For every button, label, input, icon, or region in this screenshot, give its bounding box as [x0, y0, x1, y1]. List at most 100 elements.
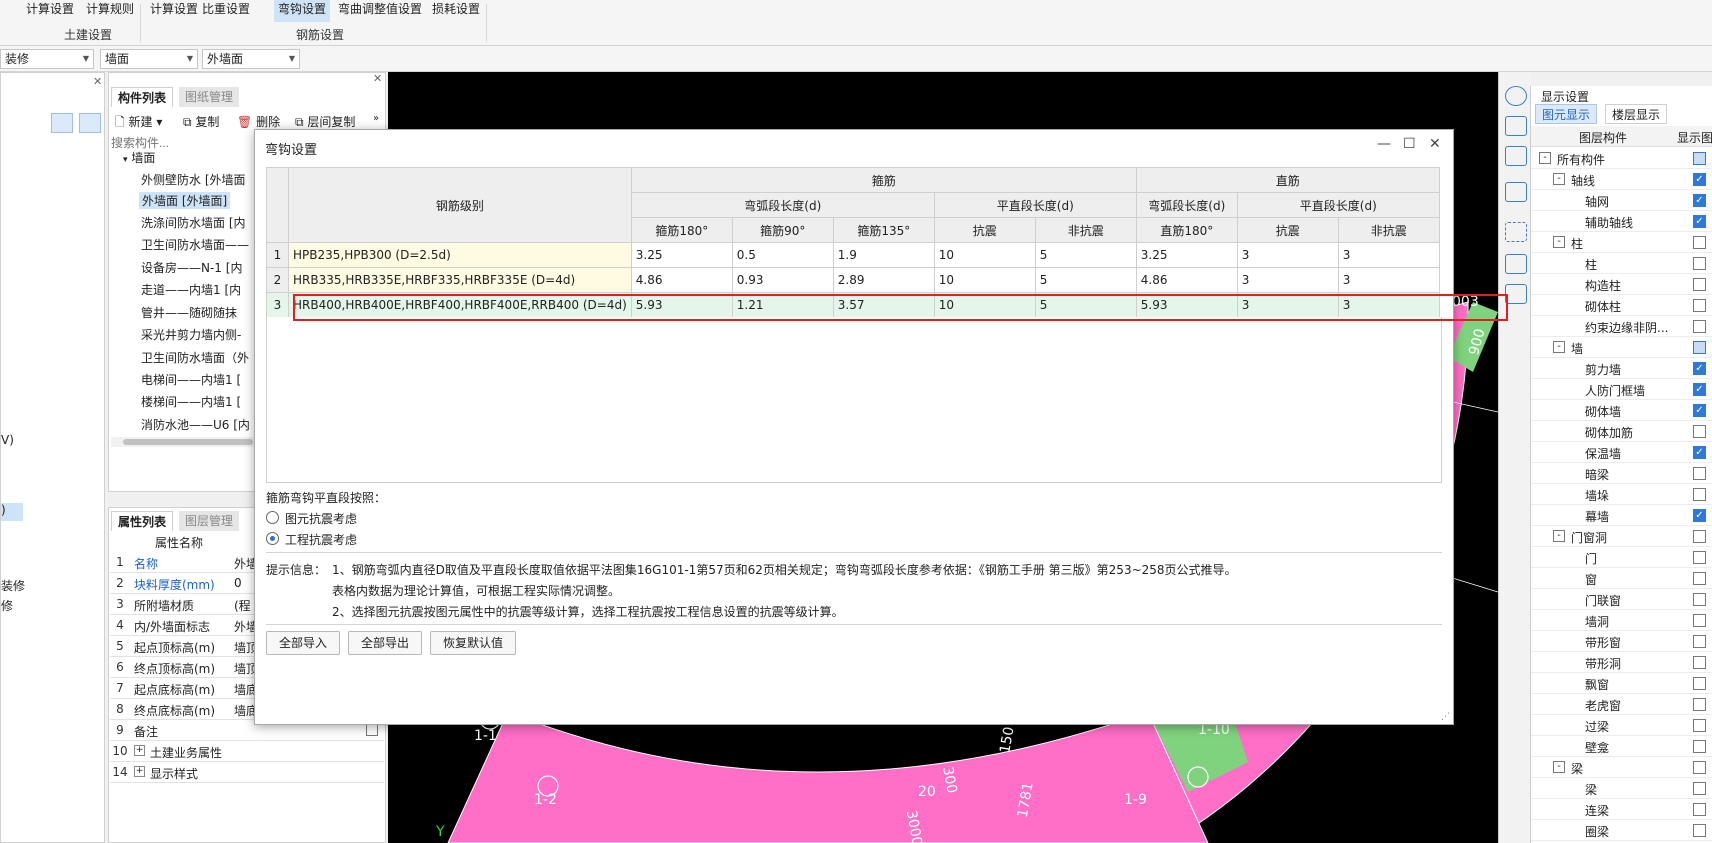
value-cell[interactable]: 5 [1034, 242, 1137, 268]
visibility-checkbox[interactable]: ✓ [1693, 509, 1706, 522]
visibility-checkbox[interactable] [1693, 824, 1706, 837]
layer-row[interactable]: 过梁 [1531, 715, 1712, 736]
display-settings-icon[interactable] [1505, 284, 1527, 304]
tab-drawing-management[interactable]: 图纸管理 [179, 87, 240, 107]
layer-row[interactable]: 飘窗 [1531, 673, 1712, 694]
layer-row[interactable]: 人防门框墙 ✓ [1531, 379, 1712, 400]
layer-row[interactable]: 柱 [1531, 253, 1712, 274]
tab-property-list[interactable]: 属性列表 [111, 511, 174, 531]
new-button[interactable]: 🗋 新建 ▾ [115, 113, 162, 134]
layer-row[interactable]: 保温墙 ✓ [1531, 442, 1712, 463]
visibility-checkbox[interactable] [1693, 782, 1706, 795]
visibility-checkbox[interactable] [1693, 152, 1706, 165]
type-select[interactable]: 墙面 ▼ [100, 49, 198, 69]
ribbon-hook-settings[interactable]: 弯钩设置 [274, 0, 331, 22]
ribbon-weight-settings[interactable]: 比重设置 [198, 0, 254, 22]
value-cell[interactable]: 3 [1337, 267, 1440, 293]
resize-grip-icon[interactable]: ⋰ [1441, 712, 1450, 722]
checkbox[interactable] [366, 724, 378, 736]
expand-icon[interactable]: + [134, 745, 145, 756]
layer-row[interactable]: 轴网 ✓ [1531, 190, 1712, 211]
left-nav-selected[interactable]: ) [1, 503, 23, 521]
ribbon-calc-settings-civil[interactable]: 计算设置 [22, 0, 78, 22]
tab-layer-management[interactable]: 图层管理 [179, 511, 240, 531]
layer-row[interactable]: - 所有构件 [1531, 148, 1712, 169]
cube-icon[interactable] [1505, 146, 1527, 166]
tree-item[interactable]: 卫生间防水墙面—— [141, 236, 249, 253]
more-icon[interactable]: » [373, 113, 379, 124]
layer-row[interactable]: 构造柱 [1531, 274, 1712, 295]
radio-project-seismic[interactable] [266, 532, 279, 545]
tree-item[interactable]: 电梯间——内墙1 [ [141, 371, 241, 388]
visibility-checkbox[interactable] [1693, 572, 1706, 585]
visibility-checkbox[interactable] [1693, 635, 1706, 648]
close-icon[interactable]: ✕ [373, 72, 382, 85]
table-row[interactable]: 2 HRB335,HRB335E,HRBF335,HRBF335E (D=4d) 4… [266, 267, 1440, 293]
visibility-checkbox[interactable]: ✓ [1693, 383, 1706, 396]
visibility-checkbox[interactable] [1693, 698, 1706, 711]
visibility-checkbox[interactable] [1693, 320, 1706, 333]
floor-copy-button[interactable]: ⧉ 层间复制 [295, 113, 355, 130]
visibility-checkbox[interactable]: ✓ [1693, 215, 1706, 228]
tab-element-display[interactable]: 图元显示 [1535, 104, 1598, 124]
visibility-checkbox[interactable] [1693, 488, 1706, 501]
layer-row[interactable]: 辅助轴线 ✓ [1531, 211, 1712, 232]
visibility-checkbox[interactable] [1693, 425, 1706, 438]
visibility-checkbox[interactable] [1693, 740, 1706, 753]
tab-component-list[interactable]: 构件列表 [111, 87, 174, 107]
view-3d-icon[interactable] [1505, 116, 1527, 136]
visibility-checkbox[interactable] [1693, 677, 1706, 690]
copy-button[interactable]: ⧉ 复制 [183, 113, 219, 130]
value-cell[interactable]: 3.25 [1135, 242, 1238, 268]
layer-row[interactable]: - 轴线 ✓ [1531, 169, 1712, 190]
collapse-icon[interactable]: - [1553, 236, 1565, 248]
tree-item[interactable]: 设备房——N-1 [内 [141, 259, 242, 276]
value-cell[interactable]: 0.93 [731, 267, 834, 293]
visibility-checkbox[interactable] [1693, 278, 1706, 291]
layer-row[interactable]: 窗 [1531, 568, 1712, 589]
layer-row[interactable]: 幕墙 ✓ [1531, 505, 1712, 526]
cube-solid-icon[interactable] [1505, 182, 1527, 202]
value-cell[interactable]: 3 [1236, 242, 1339, 268]
scrollbar-thumb[interactable] [123, 439, 253, 445]
visibility-checkbox[interactable]: ✓ [1693, 446, 1706, 459]
ribbon-calc-rules[interactable]: 计算规则 [82, 0, 138, 22]
value-cell[interactable]: 2.89 [832, 267, 935, 293]
maximize-icon[interactable]: ☐ [1403, 136, 1416, 152]
collapse-icon[interactable]: - [1553, 341, 1565, 353]
layer-row[interactable]: 连梁 [1531, 799, 1712, 820]
expand-icon[interactable]: + [134, 766, 145, 777]
radio-element-seismic-label[interactable]: 图元抗震考虑 [285, 510, 357, 527]
layer-row[interactable]: 砌体墙 ✓ [1531, 400, 1712, 421]
tree-item-selected[interactable]: 外墙面 [外墙面] [139, 192, 231, 209]
value-cell[interactable]: 3 [1337, 242, 1440, 268]
category-select[interactable]: 装修 ▼ [0, 49, 94, 69]
tree-item[interactable]: 洗涤间防水墙面 [内 [141, 214, 246, 231]
restore-defaults-button[interactable]: 恢复默认值 [430, 631, 517, 655]
radio-element-seismic[interactable] [266, 511, 279, 524]
tree-item[interactable]: 管井——随砌随抹 [141, 304, 237, 321]
layer-row[interactable]: 约束边缘非阴... [1531, 316, 1712, 337]
ribbon-calc-settings-rebar[interactable]: 计算设置 [146, 0, 202, 22]
layer-row[interactable]: 门联窗 [1531, 589, 1712, 610]
property-row[interactable]: 10 土建业务属性 + [110, 741, 384, 762]
layer-row[interactable]: 壁龛 [1531, 736, 1712, 757]
layer-row[interactable]: 圈梁 [1531, 820, 1712, 841]
value-cell[interactable]: 0.5 [731, 242, 834, 268]
visibility-checkbox[interactable] [1693, 257, 1706, 270]
layer-row[interactable]: 砌体加筋 [1531, 421, 1712, 442]
visibility-checkbox[interactable] [1693, 236, 1706, 249]
value-cell[interactable]: 1.9 [832, 242, 935, 268]
visibility-checkbox[interactable] [1693, 530, 1706, 543]
tree-root[interactable]: ▾ 墙面 [123, 149, 155, 166]
visibility-checkbox[interactable] [1693, 803, 1706, 816]
list-view-icon[interactable] [51, 113, 73, 133]
tree-item[interactable]: 楼梯间——内墙1 [ [141, 393, 241, 410]
collapse-icon[interactable]: - [1553, 761, 1565, 773]
visibility-checkbox[interactable] [1693, 719, 1706, 732]
visibility-checkbox[interactable] [1693, 761, 1706, 774]
layer-row[interactable]: 墙垛 [1531, 484, 1712, 505]
value-cell[interactable]: 10 [933, 242, 1036, 268]
layer-row[interactable]: 梁 [1531, 778, 1712, 799]
fullscreen-icon[interactable] [1505, 222, 1527, 242]
